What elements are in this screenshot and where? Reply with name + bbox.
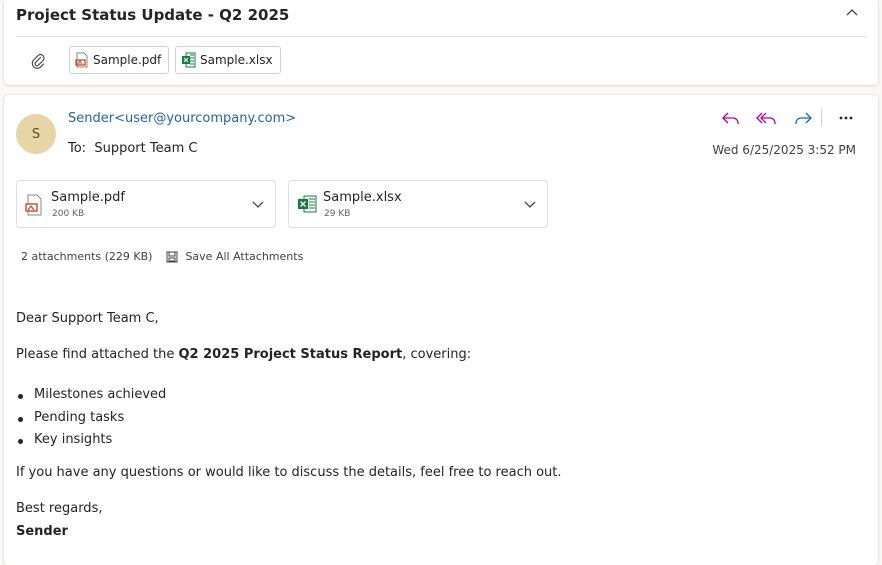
pdf-file-icon (75, 52, 88, 68)
excel-file-icon (182, 52, 196, 68)
save-all-label: Save All Attachments (185, 250, 304, 263)
list-item: Pending tasks (16, 407, 166, 430)
header-attachment-name: Sample.pdf (93, 53, 162, 67)
reply-button[interactable] (719, 107, 743, 129)
signature: Sender (16, 524, 68, 539)
forward-button[interactable] (791, 107, 815, 129)
attachment-name: Sample.xlsx (323, 190, 402, 205)
attachment-size: 200 KB (52, 209, 85, 219)
list-item: Key insights (16, 429, 166, 452)
message-actions (707, 107, 858, 129)
chevron-up-icon[interactable] (844, 5, 860, 21)
excel-file-icon (298, 195, 317, 213)
save-all-attachments-button[interactable]: Save All Attachments (166, 250, 303, 263)
subject-header: Project Status Update - Q2 2025 Sample.p… (4, 0, 878, 85)
chevron-down-icon[interactable] (250, 196, 266, 212)
chevron-down-icon[interactable] (522, 196, 538, 212)
more-actions-button[interactable] (834, 107, 858, 129)
intro-prefix: Please find attached the (16, 347, 179, 362)
reply-icon (722, 112, 739, 124)
to-label: To: (68, 141, 87, 156)
topics-list: Milestones achieved Pending tasks Key in… (16, 384, 166, 452)
signoff: Best regards, (16, 501, 103, 516)
actions-divider (821, 109, 822, 127)
sent-date: Wed 6/25/2025 3:52 PM (712, 143, 856, 157)
email-subject: Project Status Update - Q2 2025 (16, 6, 290, 24)
header-attachment-xlsx[interactable]: Sample.xlsx (175, 46, 281, 74)
report-title: Q2 2025 Project Status Report (178, 347, 403, 362)
paperclip-icon[interactable] (30, 52, 46, 70)
divider (16, 36, 866, 37)
avatar[interactable]: S (16, 114, 56, 154)
more-icon (839, 116, 853, 120)
header-attachment-name: Sample.xlsx (200, 53, 273, 67)
message-card: S Sender<user@yourcompany.com> To: Suppo… (4, 95, 878, 565)
save-icon (166, 251, 178, 262)
attachment-card-xlsx[interactable]: Sample.xlsx 29 KB (288, 180, 548, 228)
sender-link[interactable]: Sender<user@yourcompany.com> (68, 111, 296, 126)
reply-all-button[interactable] (755, 107, 779, 129)
attachment-name: Sample.pdf (51, 190, 125, 205)
reply-all-icon (756, 112, 776, 124)
list-item: Milestones achieved (16, 384, 166, 407)
forward-icon (795, 112, 812, 124)
intro-paragraph: Please find attached the Q2 2025 Project… (16, 347, 471, 362)
recipient-line: To: Support Team C (68, 141, 197, 156)
intro-suffix: , covering: (402, 347, 472, 362)
attachment-card-pdf[interactable]: Sample.pdf 200 KB (16, 180, 276, 228)
greeting: Dear Support Team C, (16, 311, 159, 326)
header-attachment-pdf[interactable]: Sample.pdf (69, 46, 170, 74)
attachments-summary-row: 2 attachments (229 KB) Save All Attachme… (21, 250, 303, 263)
closing-paragraph: If you have any questions or would like … (16, 465, 562, 480)
to-recipient[interactable]: Support Team C (94, 141, 197, 156)
pdf-file-icon (25, 194, 42, 216)
attachments-summary: 2 attachments (229 KB) (21, 250, 153, 263)
attachment-size: 29 KB (324, 209, 351, 219)
